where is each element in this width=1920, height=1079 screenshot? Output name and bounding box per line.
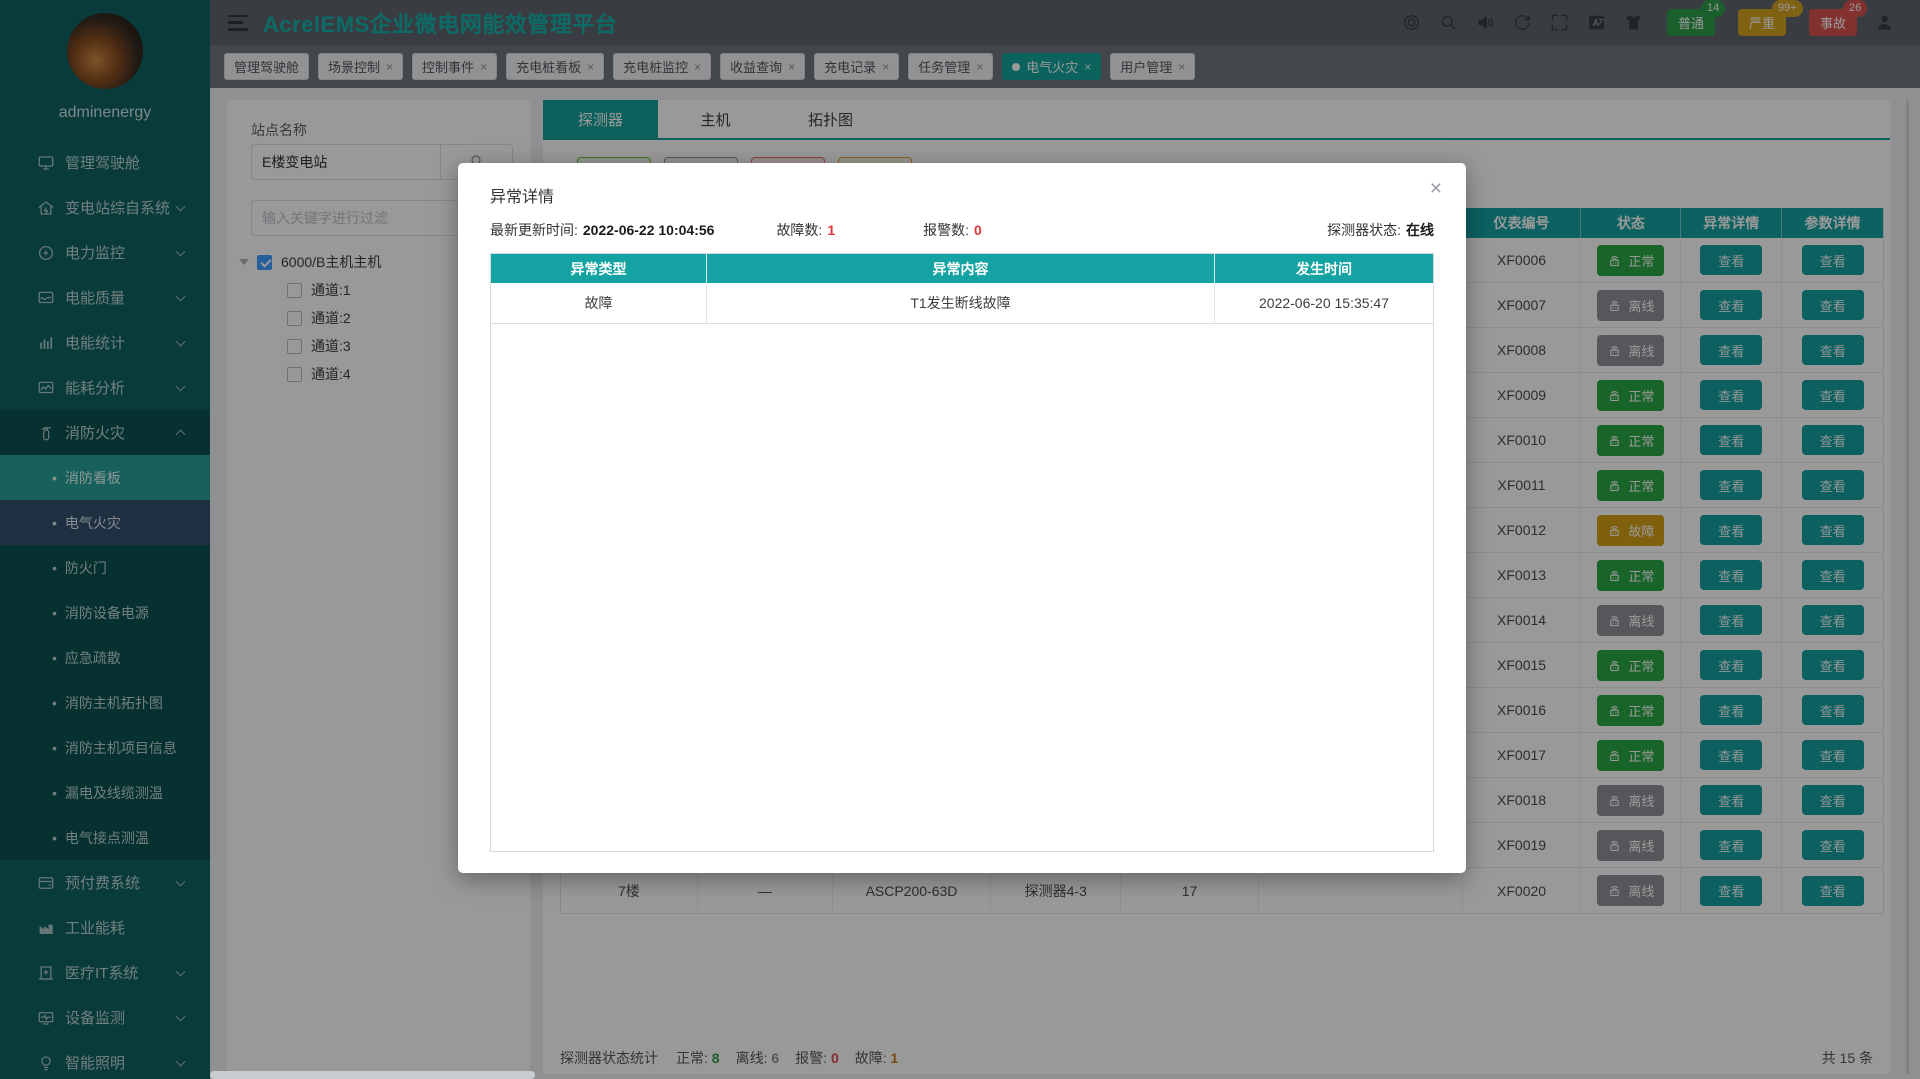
modal-column-header: 异常类型: [491, 254, 707, 283]
fault-count-label: 故障数:: [776, 220, 822, 240]
modal-column-header: 异常内容: [707, 254, 1215, 283]
detector-state-value: 在线: [1406, 220, 1434, 240]
updated-label: 最新更新时间:: [490, 220, 578, 240]
modal-title: 异常详情: [458, 163, 1466, 207]
modal-cell: 2022-06-20 15:35:47: [1215, 283, 1433, 323]
app-window: adminenergy 管理驾驶舱变电站综自系统电力监控电能质量电能统计能耗分析…: [0, 0, 1920, 1079]
modal-cell: T1发生断线故障: [707, 283, 1215, 323]
exception-table: 异常类型异常内容发生时间 故障T1发生断线故障2022-06-20 15:35:…: [490, 253, 1434, 852]
alarm-count-label: 报警数:: [923, 220, 969, 240]
detector-state-label: 探测器状态:: [1327, 220, 1401, 240]
modal-cell: 故障: [491, 283, 707, 323]
alarm-count-value: 0: [974, 222, 982, 238]
modal-column-header: 发生时间: [1215, 254, 1433, 283]
modal-info-row: 最新更新时间: 2022-06-22 10:04:56 故障数: 1 报警数: …: [458, 220, 1466, 240]
updated-value: 2022-06-22 10:04:56: [583, 222, 715, 238]
exception-detail-modal: 异常详情 × 最新更新时间: 2022-06-22 10:04:56 故障数: …: [458, 163, 1466, 873]
fault-count-value: 1: [827, 222, 835, 238]
horizontal-scrollbar[interactable]: [210, 1071, 535, 1079]
exception-table-header: 异常类型异常内容发生时间: [491, 254, 1433, 283]
modal-table-row: 故障T1发生断线故障2022-06-20 15:35:47: [491, 283, 1433, 324]
close-icon[interactable]: ×: [1430, 177, 1442, 201]
exception-table-body: 故障T1发生断线故障2022-06-20 15:35:47: [491, 283, 1433, 324]
